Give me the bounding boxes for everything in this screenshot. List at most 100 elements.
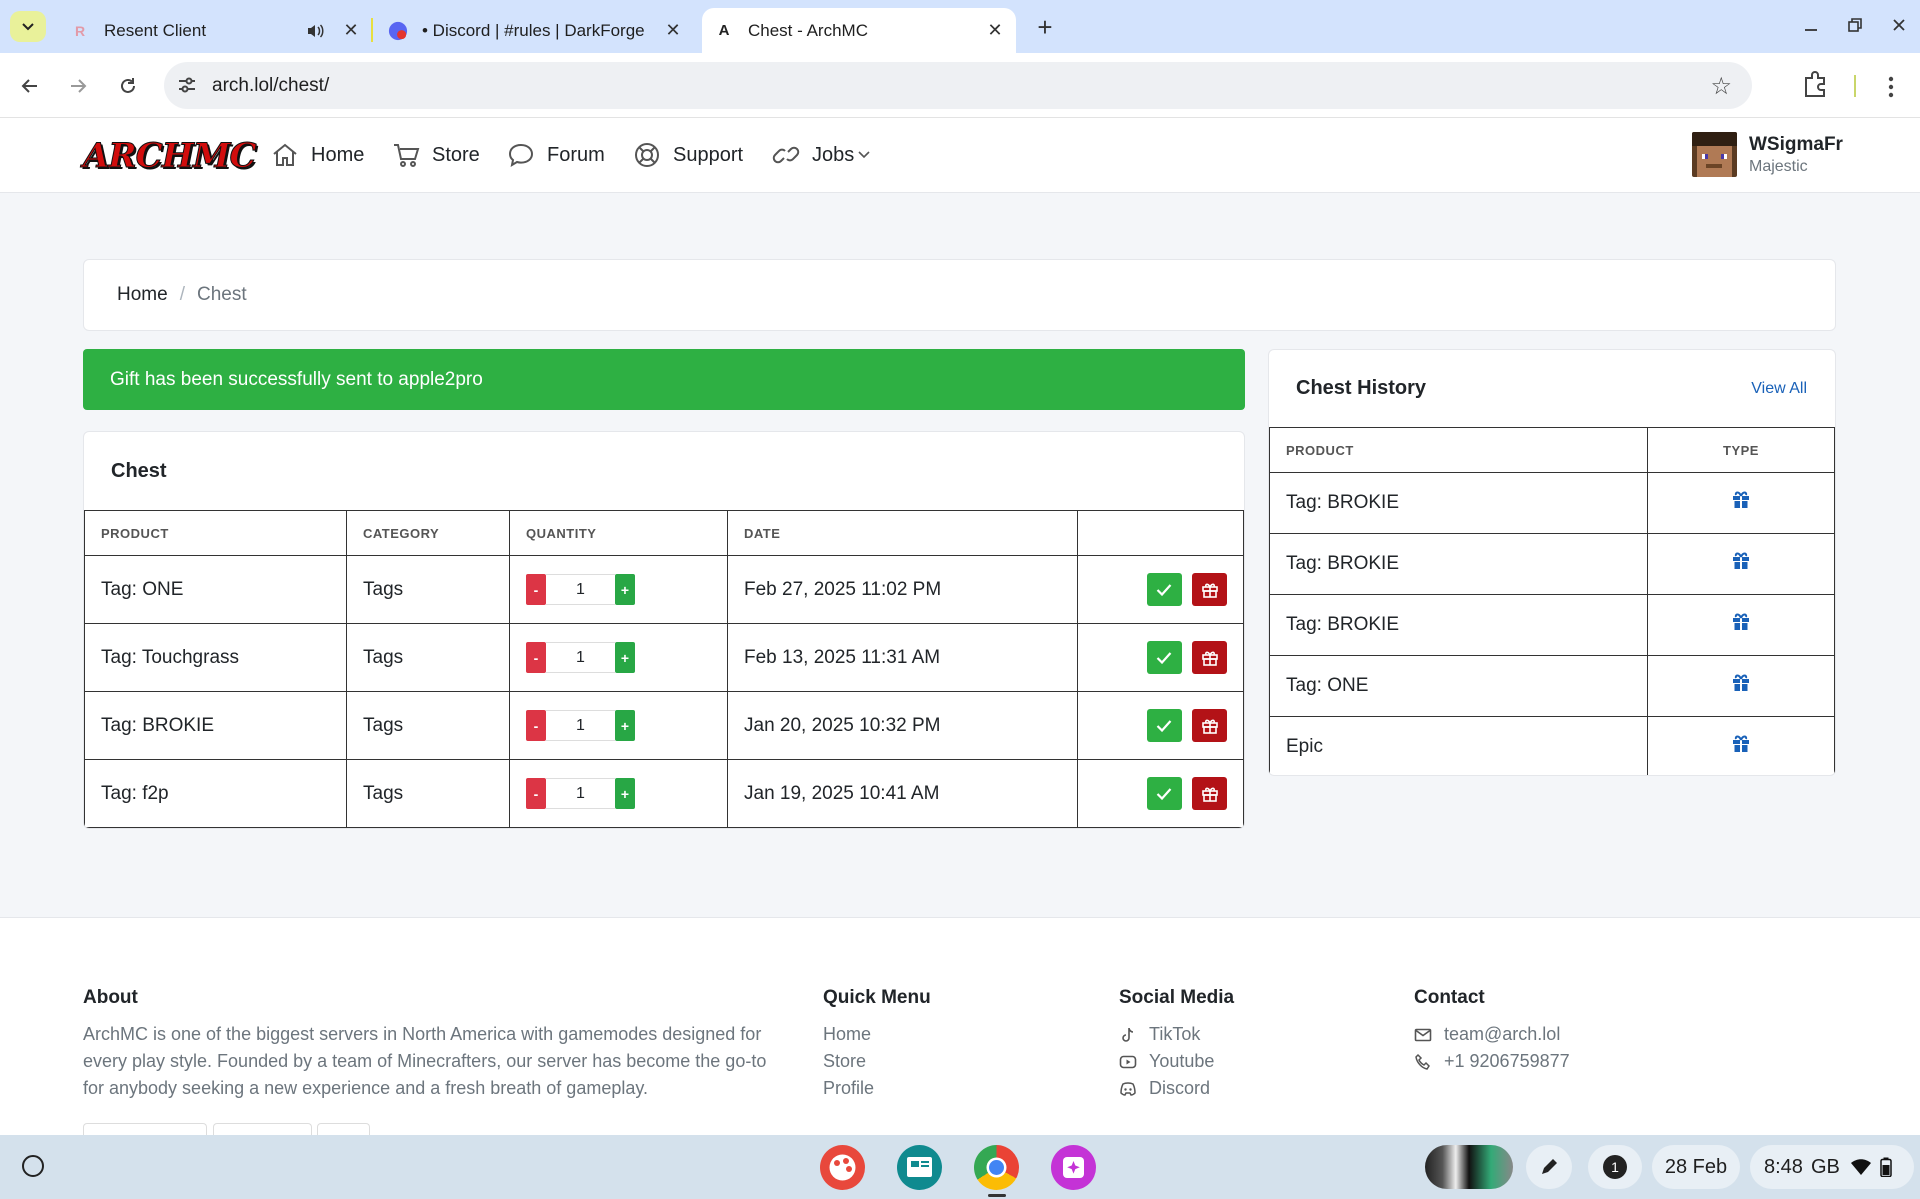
claim-button[interactable] <box>1146 777 1182 810</box>
footer-quick-menu-title: Quick Menu <box>823 987 931 1008</box>
increase-quantity-button[interactable]: + <box>615 574 635 605</box>
quantity-input[interactable]: 1 <box>546 710 615 741</box>
gift-button[interactable] <box>1192 709 1227 742</box>
claim-button[interactable] <box>1146 641 1182 674</box>
nav-home[interactable]: Home <box>271 142 364 168</box>
chest-title: Chest <box>111 459 167 482</box>
increase-quantity-button[interactable]: + <box>615 642 635 673</box>
breadcrumb-separator: / <box>179 284 185 305</box>
footer-link-profile[interactable]: Profile <box>823 1075 931 1102</box>
quantity-input[interactable]: 1 <box>546 574 615 605</box>
tab-discord[interactable]: • Discord | #rules | DarkForge ✕ <box>386 8 684 53</box>
footer-link-store[interactable]: Store <box>823 1048 931 1075</box>
footer-link-tiktok[interactable]: TikTok <box>1119 1021 1234 1048</box>
column-header-actions <box>1077 510 1244 556</box>
url-text[interactable]: arch.lol/chest/ <box>212 75 329 97</box>
nav-jobs[interactable]: Jobs <box>772 142 870 168</box>
gift-icon <box>1733 735 1749 752</box>
breadcrumb-current: Chest <box>196 284 247 305</box>
address-bar[interactable]: arch.lol/chest/ ☆ <box>164 62 1752 109</box>
bookmark-star-icon[interactable]: ☆ <box>1710 72 1732 101</box>
column-header-product: Product <box>84 510 347 556</box>
back-button[interactable] <box>13 69 47 103</box>
site-settings-icon[interactable] <box>176 74 198 96</box>
decrease-quantity-button[interactable]: - <box>526 778 546 809</box>
gift-button[interactable] <box>1192 777 1227 810</box>
tiktok-icon <box>1122 1027 1134 1042</box>
gallery-app-icon[interactable] <box>1051 1145 1096 1190</box>
system-tray[interactable]: 8:48 GB <box>1750 1145 1914 1189</box>
gift-button[interactable] <box>1192 641 1227 674</box>
quantity-stepper: - 1 + <box>526 574 727 605</box>
minimize-window-button[interactable] <box>1796 10 1826 40</box>
gift-icon <box>1733 491 1749 508</box>
link-icon <box>772 146 800 164</box>
close-window-button[interactable] <box>1884 10 1914 40</box>
chrome-app-icon[interactable] <box>974 1145 1019 1190</box>
gift-icon <box>1733 674 1749 691</box>
claim-button[interactable] <box>1146 709 1182 742</box>
category-cell: Tags <box>346 623 510 692</box>
notification-button[interactable]: 1 <box>1588 1145 1642 1189</box>
check-icon <box>1156 720 1172 732</box>
browser-tab-strip: R Resent Client ✕ • Discord | #rules | D… <box>0 0 1920 53</box>
tab-close-icon[interactable]: ✕ <box>984 20 1006 42</box>
launcher-icon[interactable] <box>22 1155 44 1177</box>
tab-close-icon[interactable]: ✕ <box>340 20 362 42</box>
footer-social: Social Media TikTok Youtube Discord <box>1119 987 1234 1102</box>
table-row: Tag: BROKIE <box>1269 533 1835 595</box>
tab-resent-client[interactable]: R Resent Client ✕ <box>64 8 362 53</box>
claim-button[interactable] <box>1146 573 1182 606</box>
quantity-input[interactable]: 1 <box>546 778 615 809</box>
quantity-input[interactable]: 1 <box>546 642 615 673</box>
footer-about-text: ArchMC is one of the biggest servers in … <box>83 1024 767 1098</box>
gift-button[interactable] <box>1192 573 1227 606</box>
decrease-quantity-button[interactable]: - <box>526 710 546 741</box>
footer-email[interactable]: team@arch.lol <box>1414 1021 1570 1048</box>
increase-quantity-button[interactable]: + <box>615 710 635 741</box>
user-menu[interactable]: WSigmaFr Majestic <box>1692 132 1843 177</box>
table-row: Tag: Touchgrass Tags - 1 + Feb 13, 2025 … <box>84 623 1244 692</box>
increase-quantity-button[interactable]: + <box>615 778 635 809</box>
category-cell: Tags <box>346 691 510 760</box>
footer-link-youtube[interactable]: Youtube <box>1119 1048 1234 1075</box>
resent-favicon-icon: R <box>74 22 86 39</box>
extensions-button[interactable] <box>1800 69 1834 103</box>
decrease-quantity-button[interactable]: - <box>526 642 546 673</box>
footer-phone[interactable]: +1 9206759877 <box>1414 1048 1570 1075</box>
product-cell: Tag: f2p <box>84 759 347 828</box>
reload-button[interactable] <box>111 69 145 103</box>
column-header-product: Product <box>1269 427 1648 473</box>
discord-icon <box>1120 1081 1136 1096</box>
forward-button[interactable] <box>61 69 95 103</box>
classroom-app-icon[interactable] <box>897 1145 942 1190</box>
new-tab-button[interactable]: + <box>1030 12 1060 42</box>
paint-app-icon[interactable] <box>820 1145 865 1190</box>
footer-social-title: Social Media <box>1119 987 1235 1008</box>
chat-icon <box>508 143 534 168</box>
restore-window-button[interactable] <box>1840 10 1870 40</box>
screenshot-thumbnails[interactable] <box>1425 1145 1513 1189</box>
stylus-tools-button[interactable] <box>1526 1145 1572 1189</box>
wifi-icon <box>1850 1159 1871 1175</box>
browser-menu-button[interactable] <box>1876 70 1906 104</box>
check-icon <box>1156 788 1172 800</box>
footer-link-discord[interactable]: Discord <box>1119 1075 1234 1102</box>
tab-search-button[interactable] <box>10 11 46 42</box>
breadcrumb-home[interactable]: Home <box>117 284 168 306</box>
table-row: Tag: f2p Tags - 1 + Jan 19, 2025 10:41 A… <box>84 759 1244 828</box>
pen-icon <box>1542 1159 1557 1174</box>
archmc-logo[interactable]: ARCHMC <box>83 136 258 177</box>
footer-link-home[interactable]: Home <box>823 1021 931 1048</box>
tab-close-icon[interactable]: ✕ <box>662 20 684 42</box>
column-header-category: Category <box>346 510 510 556</box>
youtube-icon <box>1119 1055 1137 1068</box>
nav-forum[interactable]: Forum <box>507 142 605 168</box>
decrease-quantity-button[interactable]: - <box>526 574 546 605</box>
speaker-icon[interactable] <box>304 20 326 42</box>
nav-store[interactable]: Store <box>392 142 480 168</box>
tab-chest-archmc[interactable]: A Chest - ArchMC ✕ <box>702 8 1016 53</box>
nav-support[interactable]: Support <box>633 142 743 168</box>
date-button[interactable]: 28 Feb <box>1652 1145 1740 1189</box>
view-all-link[interactable]: View All <box>1751 380 1807 398</box>
